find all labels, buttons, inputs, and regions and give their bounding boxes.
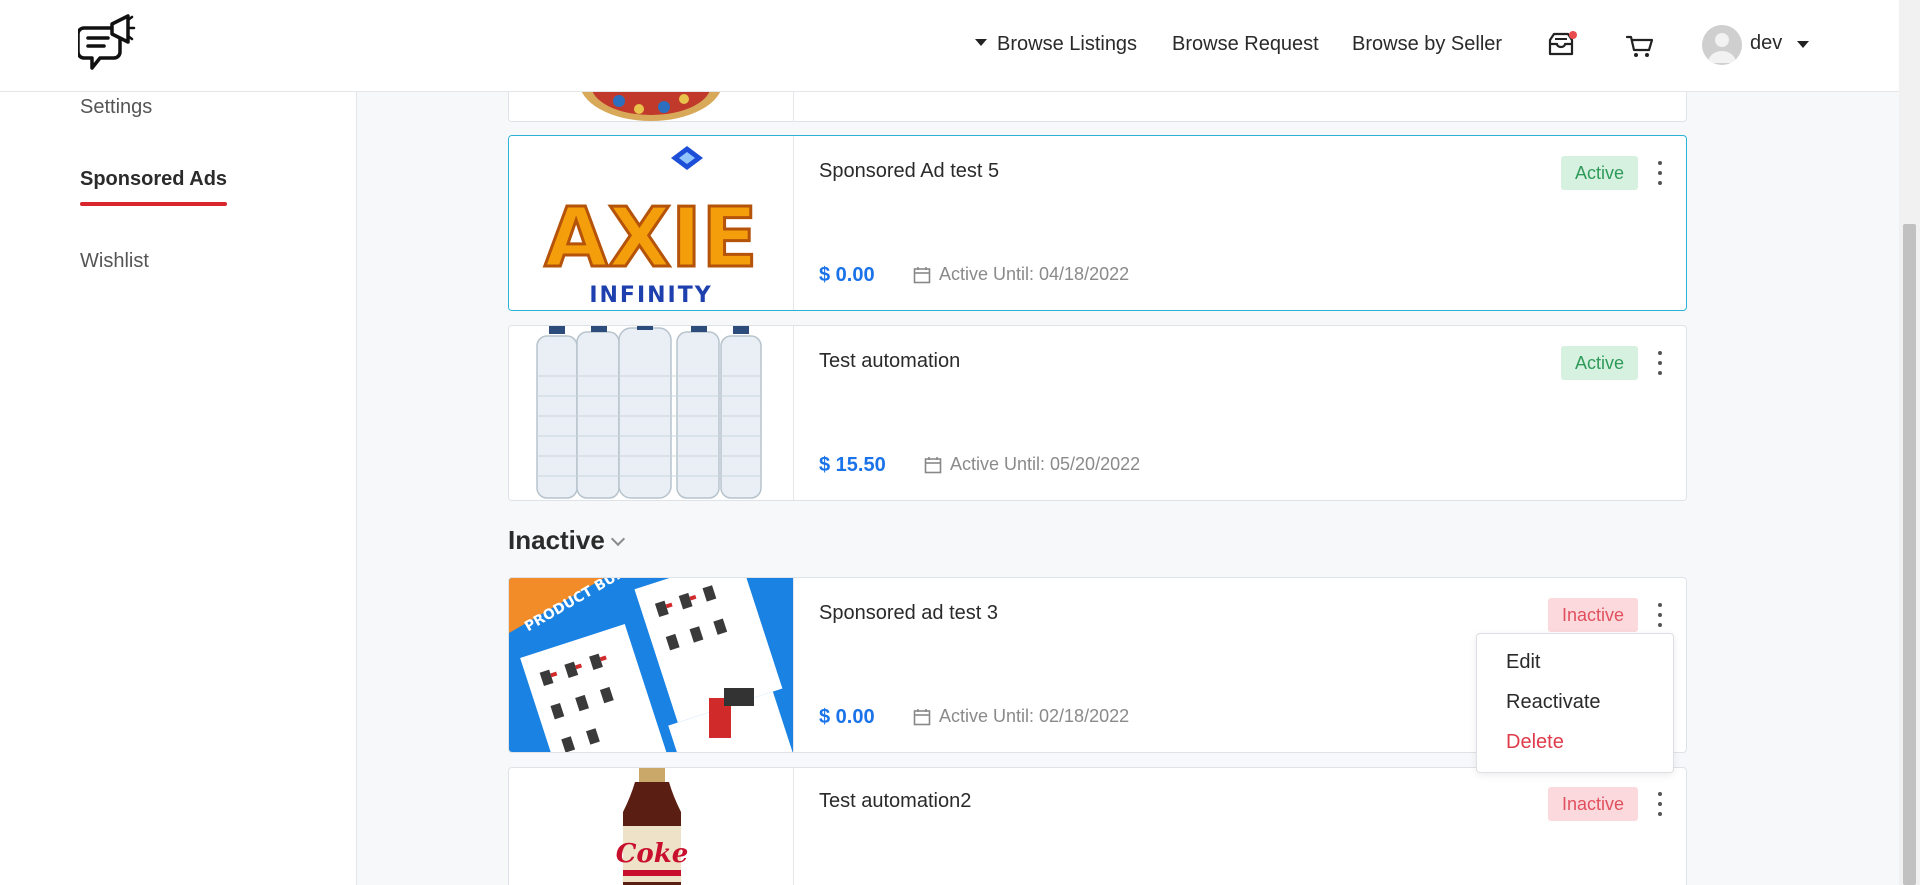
inactive-heading-label: Inactive — [508, 525, 605, 555]
cart-button[interactable] — [1623, 30, 1657, 62]
menu-item-reactivate[interactable]: Reactivate — [1506, 691, 1601, 714]
sidebar-item-settings[interactable]: Settings — [80, 96, 152, 119]
avatar[interactable] — [1702, 25, 1742, 65]
ad-price: $ 0.00 — [819, 264, 875, 286]
ad-card[interactable]: AXIE INFINITY Sponsored Ad test 5 $ 0.00… — [508, 135, 1687, 311]
menu-item-edit[interactable]: Edit — [1506, 651, 1540, 674]
browse-by-seller-link[interactable]: Browse by Seller — [1352, 33, 1502, 56]
ad-title[interactable]: Sponsored Ad test 5 — [819, 160, 999, 183]
caret-down-icon — [975, 39, 987, 47]
menu-item-delete[interactable]: Delete — [1506, 731, 1564, 754]
ad-title[interactable]: Test automation2 — [819, 790, 971, 813]
page-scrollbar[interactable] — [1899, 0, 1920, 885]
ad-date-text: Active Until: 04/18/2022 — [939, 264, 1130, 284]
scrollbar-thumb[interactable] — [1903, 224, 1916, 885]
status-badge: Active — [1560, 346, 1638, 380]
status-badge: Inactive — [1547, 598, 1638, 632]
svg-text:INFINITY: INFINITY — [589, 283, 712, 308]
more-options-icon[interactable] — [1656, 161, 1664, 185]
ad-title[interactable]: Sponsored ad test 3 — [819, 602, 998, 625]
calendar-icon — [913, 266, 931, 283]
active-tab-underline — [80, 202, 227, 206]
more-options-icon[interactable] — [1656, 351, 1664, 375]
ad-card[interactable]: Test automation $ 15.50 Active Until: 05… — [508, 325, 1687, 501]
browse-listings-menu[interactable]: Browse Listings — [975, 33, 1137, 56]
ad-price: $ 15.50 — [819, 454, 886, 476]
ad-active-until: Active Until: 05/20/2022 — [924, 454, 1140, 475]
axie-infinity-image: AXIE INFINITY — [509, 136, 793, 310]
user-menu-caret-icon[interactable] — [1797, 41, 1809, 48]
ad-options-menu: Edit Reactivate Delete — [1476, 633, 1674, 773]
ad-thumbnail: PRODUCT BUNDLE — [509, 578, 794, 752]
notification-dot — [1569, 31, 1577, 39]
sidebar-item-sponsored-ads[interactable]: Sponsored Ads — [80, 168, 227, 191]
ad-active-until: Active Until: 04/18/2022 — [913, 264, 1129, 285]
inbox-button[interactable] — [1544, 30, 1578, 62]
ad-title[interactable]: Test automation — [819, 350, 960, 373]
more-options-icon[interactable] — [1656, 603, 1664, 627]
ad-card[interactable]: Coke Test automation2 Inactive — [508, 767, 1687, 885]
svg-text:Coke: Coke — [616, 839, 689, 869]
cart-icon — [1625, 35, 1654, 57]
coke-bottle-image: Coke — [509, 768, 793, 885]
product-bundle-image: PRODUCT BUNDLE — [509, 578, 793, 752]
browse-request-link[interactable]: Browse Request — [1172, 33, 1319, 56]
ad-thumbnail — [509, 326, 794, 500]
sidebar-item-wishlist[interactable]: Wishlist — [80, 250, 149, 273]
water-bottles-image — [509, 326, 793, 500]
more-options-icon[interactable] — [1656, 792, 1664, 816]
calendar-icon — [913, 708, 931, 725]
ad-date-text: Active Until: 02/18/2022 — [939, 706, 1130, 726]
sidebar: Settings Sponsored Ads Wishlist — [0, 92, 357, 885]
ad-price: $ 0.00 — [819, 706, 875, 728]
chevron-down-icon[interactable] — [610, 531, 625, 546]
user-name[interactable]: dev — [1750, 32, 1782, 55]
user-silhouette-icon — [1708, 33, 1736, 63]
status-badge: Active — [1560, 156, 1638, 190]
top-header: Browse Listings Browse Request Browse by… — [0, 0, 1899, 92]
browse-listings-label: Browse Listings — [997, 33, 1138, 55]
ad-thumbnail: Coke — [509, 768, 794, 885]
ad-active-until: Active Until: 02/18/2022 — [913, 706, 1129, 727]
ad-date-text: Active Until: 05/20/2022 — [950, 454, 1141, 474]
calendar-icon — [924, 456, 942, 473]
ad-thumbnail: AXIE INFINITY — [509, 136, 794, 310]
svg-text:AXIE: AXIE — [544, 191, 757, 286]
status-badge: Inactive — [1547, 787, 1638, 821]
inactive-section-heading[interactable]: Inactive — [508, 525, 625, 556]
megaphone-chat-logo[interactable] — [78, 14, 138, 78]
